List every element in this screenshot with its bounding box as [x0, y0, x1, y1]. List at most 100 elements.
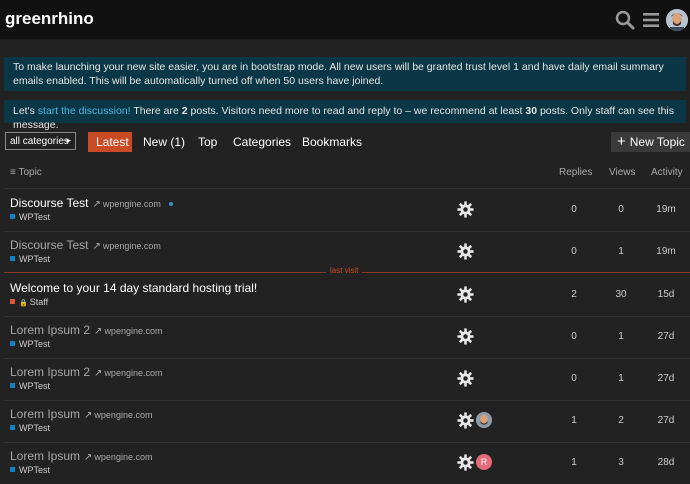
topic-header-label: Topic: [18, 167, 42, 178]
table-row[interactable]: Lorem Ipsum 2 ↗ wpengine.com WPTest 0 1 27d: [0, 358, 690, 400]
divider: [4, 316, 690, 317]
category-color-square: [10, 256, 15, 261]
gear-icon[interactable]: [457, 370, 474, 387]
gear-icon[interactable]: [457, 286, 474, 303]
activity-column-header[interactable]: Activity: [651, 167, 683, 178]
topic-column-header[interactable]: ≡ Topic: [10, 167, 42, 178]
topic-title-link[interactable]: Welcome to your 14 day standard hosting …: [10, 281, 257, 295]
category-badge[interactable]: WPTest: [10, 339, 50, 349]
recommended-count: 30: [525, 105, 538, 117]
category-name: WPTest: [19, 339, 51, 349]
views-column-header[interactable]: Views: [609, 167, 636, 178]
topic-title-link[interactable]: Discourse Test: [10, 196, 88, 210]
category-badge[interactable]: WPTest: [10, 423, 50, 433]
category-color-square: [10, 341, 15, 346]
table-row[interactable]: Lorem Ipsum 2 ↗ wpengine.com WPTest 0 1 27d: [0, 316, 690, 358]
external-link-icon: ↗: [84, 452, 93, 463]
category-name: WPTest: [19, 465, 51, 475]
topic-title-container: Lorem Ipsum ↗ wpengine.com: [10, 407, 152, 421]
tab-categories[interactable]: Categories: [233, 132, 291, 152]
tab-new[interactable]: New (1): [143, 132, 185, 152]
new-topic-button[interactable]: + New Topic: [611, 132, 690, 152]
views-count: 30: [615, 289, 627, 300]
topic-title-link[interactable]: Lorem Ipsum: [10, 407, 80, 421]
category-badge[interactable]: WPTest: [10, 254, 50, 264]
start-discussion-link[interactable]: start the discussion!: [38, 105, 131, 117]
topic-domain[interactable]: wpengine.com: [94, 452, 152, 462]
category-badge[interactable]: WPTest: [10, 381, 50, 391]
posts-count: 2: [181, 105, 188, 117]
category-badge[interactable]: WPTest: [10, 465, 50, 475]
category-badge[interactable]: 🔒 Staff: [10, 297, 48, 307]
replies-count: 0: [571, 331, 577, 342]
tab-top[interactable]: Top: [198, 132, 217, 152]
lock-icon: 🔒: [19, 300, 28, 307]
new-topic-label: New Topic: [629, 135, 685, 149]
external-link-icon: ↗: [94, 368, 103, 379]
staff-discussion-banner: Let's start the discussion! There are 2 …: [4, 100, 686, 131]
gear-icon[interactable]: [457, 454, 474, 471]
views-count: 1: [618, 373, 624, 384]
user-avatar[interactable]: [666, 9, 688, 31]
views-count: 1: [618, 246, 624, 257]
topic-title-link[interactable]: Lorem Ipsum 2: [10, 365, 90, 379]
tab-latest[interactable]: Latest: [88, 132, 132, 152]
activity-time[interactable]: 15d: [651, 289, 681, 300]
divider: [4, 231, 690, 232]
topic-title-container: Lorem Ipsum ↗ wpengine.com: [10, 449, 152, 463]
banner-text: There are: [133, 105, 179, 117]
plus-icon: +: [617, 133, 626, 150]
bootstrap-mode-text: To make launching your new site easier, …: [13, 61, 664, 87]
topic-title-link[interactable]: Lorem Ipsum 2: [10, 323, 90, 337]
gear-icon[interactable]: [457, 201, 474, 218]
external-link-icon: ↗: [84, 410, 93, 421]
banner-text-prefix: Let's: [13, 105, 35, 117]
banner-text: posts. Visitors need more to read and re…: [190, 105, 523, 117]
replies-count: 1: [571, 415, 577, 426]
topic-title-container: Discourse Test ↗ wpengine.com: [10, 196, 173, 210]
topic-domain[interactable]: wpengine.com: [94, 410, 152, 420]
topic-title-link[interactable]: Discourse Test: [10, 238, 88, 252]
divider: [4, 358, 690, 359]
hamburger-icon[interactable]: [641, 10, 661, 30]
gear-icon[interactable]: [457, 243, 474, 260]
table-row[interactable]: Lorem Ipsum ↗ wpengine.com WPTest 1 2 27d: [0, 400, 690, 442]
search-icon[interactable]: [615, 10, 635, 30]
site-logo[interactable]: greenrhino: [5, 9, 94, 29]
topic-domain[interactable]: wpengine.com: [104, 326, 162, 336]
replies-count: 1: [571, 457, 577, 468]
poster-avatar-letter[interactable]: R: [476, 454, 492, 470]
activity-time[interactable]: 19m: [651, 246, 681, 257]
poster-avatar[interactable]: [476, 412, 492, 428]
topic-domain[interactable]: wpengine.com: [103, 241, 161, 251]
bootstrap-mode-banner: To make launching your new site easier, …: [4, 57, 686, 91]
list-icon: ≡: [10, 167, 16, 178]
replies-count: 0: [571, 204, 577, 215]
category-name: WPTest: [19, 423, 51, 433]
category-name: Staff: [29, 297, 49, 307]
chevron-right-icon: ▸: [66, 135, 71, 145]
category-dropdown[interactable]: all categories ▸: [5, 132, 76, 150]
external-link-icon: ↗: [92, 199, 101, 210]
gear-icon[interactable]: [457, 412, 474, 429]
activity-time[interactable]: 19m: [651, 204, 681, 215]
replies-column-header[interactable]: Replies: [559, 167, 592, 178]
activity-time[interactable]: 27d: [651, 373, 681, 384]
table-row[interactable]: Welcome to your 14 day standard hosting …: [0, 274, 690, 316]
activity-time[interactable]: 27d: [651, 331, 681, 342]
replies-count: 0: [571, 373, 577, 384]
activity-time[interactable]: 27d: [651, 415, 681, 426]
category-name: WPTest: [19, 381, 51, 391]
category-color-square: [10, 383, 15, 388]
last-visit-label: last visit: [326, 266, 363, 275]
category-badge[interactable]: WPTest: [10, 212, 50, 222]
tab-bookmarks[interactable]: Bookmarks: [302, 132, 362, 152]
topic-domain[interactable]: wpengine.com: [103, 199, 161, 209]
topic-domain[interactable]: wpengine.com: [104, 368, 162, 378]
topic-title-link[interactable]: Lorem Ipsum: [10, 449, 80, 463]
table-row[interactable]: Discourse Test ↗ wpengine.com WPTest 0 0 19m: [0, 189, 690, 231]
site-header: greenrhino: [0, 0, 690, 40]
gear-icon[interactable]: [457, 328, 474, 345]
table-row[interactable]: Lorem Ipsum ↗ wpengine.com WPTest R 1 3 28d: [0, 442, 690, 484]
activity-time[interactable]: 28d: [651, 457, 681, 468]
